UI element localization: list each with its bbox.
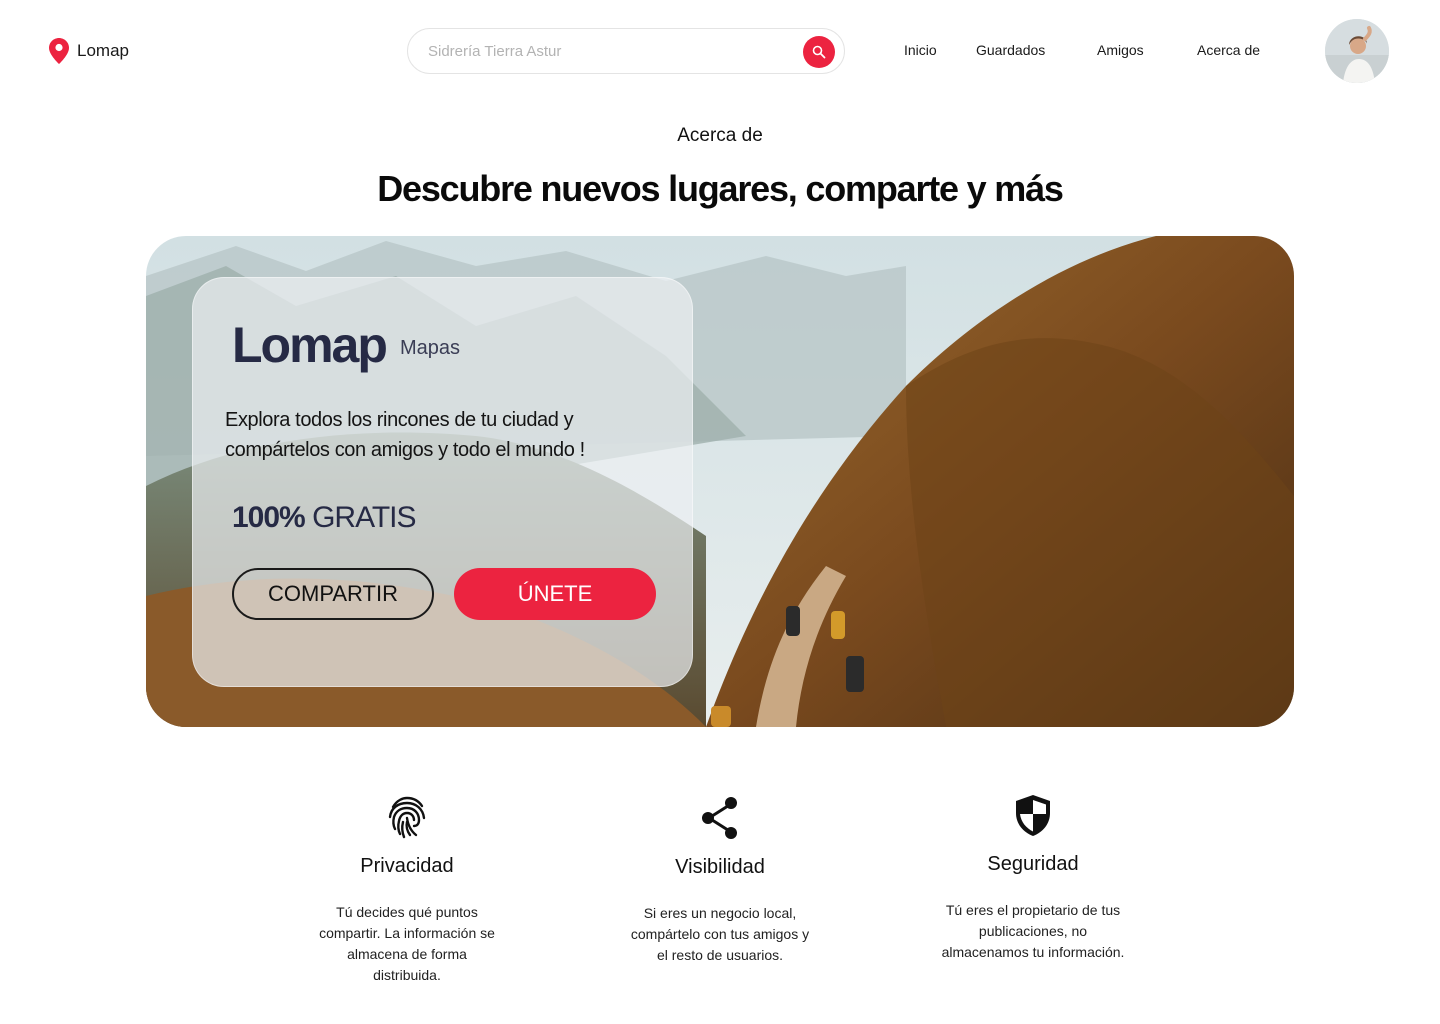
hero-description: Explora todos los rincones de tu ciudad … bbox=[225, 409, 585, 461]
feature-title: Privacidad bbox=[360, 855, 454, 877]
avatar[interactable] bbox=[1325, 19, 1389, 83]
feature-title: Visibilidad bbox=[675, 856, 765, 878]
nav-inicio[interactable]: Inicio bbox=[904, 42, 937, 58]
search-bar bbox=[407, 28, 845, 74]
hero-free-text: GRATIS bbox=[312, 501, 416, 534]
feature-title: Seguridad bbox=[987, 853, 1079, 875]
hero-free-percent: 100% bbox=[232, 501, 306, 534]
join-button[interactable]: ÚNETE bbox=[454, 568, 656, 620]
feature-text: Tú eres el propietario de tus publicacio… bbox=[941, 902, 1125, 960]
feature-text: Si eres un negocio local, compártelo con… bbox=[630, 905, 810, 963]
hero-brand-sub: Mapas bbox=[400, 337, 461, 359]
nav-amigos[interactable]: Amigos bbox=[1097, 42, 1144, 58]
nav-guardados[interactable]: Guardados bbox=[976, 42, 1045, 58]
share-button[interactable]: COMPARTIR bbox=[232, 568, 434, 620]
logo-text: Lomap bbox=[77, 41, 129, 60]
search-button[interactable] bbox=[803, 36, 835, 68]
hero-free-label: 100% GRATIS bbox=[232, 501, 417, 535]
hero-brand: Lomap bbox=[232, 317, 388, 373]
fingerprint-icon bbox=[388, 796, 426, 839]
logo[interactable]: Lomap bbox=[49, 38, 129, 64]
search-icon bbox=[812, 45, 826, 59]
search-input[interactable] bbox=[428, 42, 788, 60]
page-title: Descubre nuevos lugares, comparte y más bbox=[377, 168, 1064, 209]
hero-card: Lomap Mapas Explora todos los rincones d… bbox=[192, 277, 693, 687]
feature-security: Seguridad Tú eres el propietario de tus … bbox=[913, 793, 1153, 963]
nav-acerca-de[interactable]: Acerca de bbox=[1197, 42, 1260, 58]
hero-banner: Lomap Mapas Explora todos los rincones d… bbox=[146, 236, 1294, 727]
shield-icon bbox=[1016, 795, 1050, 836]
share-icon bbox=[702, 797, 737, 839]
feature-text: Tú decides qué puntos compartir. La info… bbox=[319, 904, 495, 983]
feature-privacy: Privacidad Tú decides qué puntos compart… bbox=[287, 795, 527, 986]
section-eyebrow: Acerca de bbox=[677, 125, 763, 146]
map-pin-icon bbox=[49, 38, 69, 64]
feature-visibility: Visibilidad Si eres un negocio local, co… bbox=[600, 796, 840, 966]
user-photo bbox=[1325, 19, 1389, 83]
